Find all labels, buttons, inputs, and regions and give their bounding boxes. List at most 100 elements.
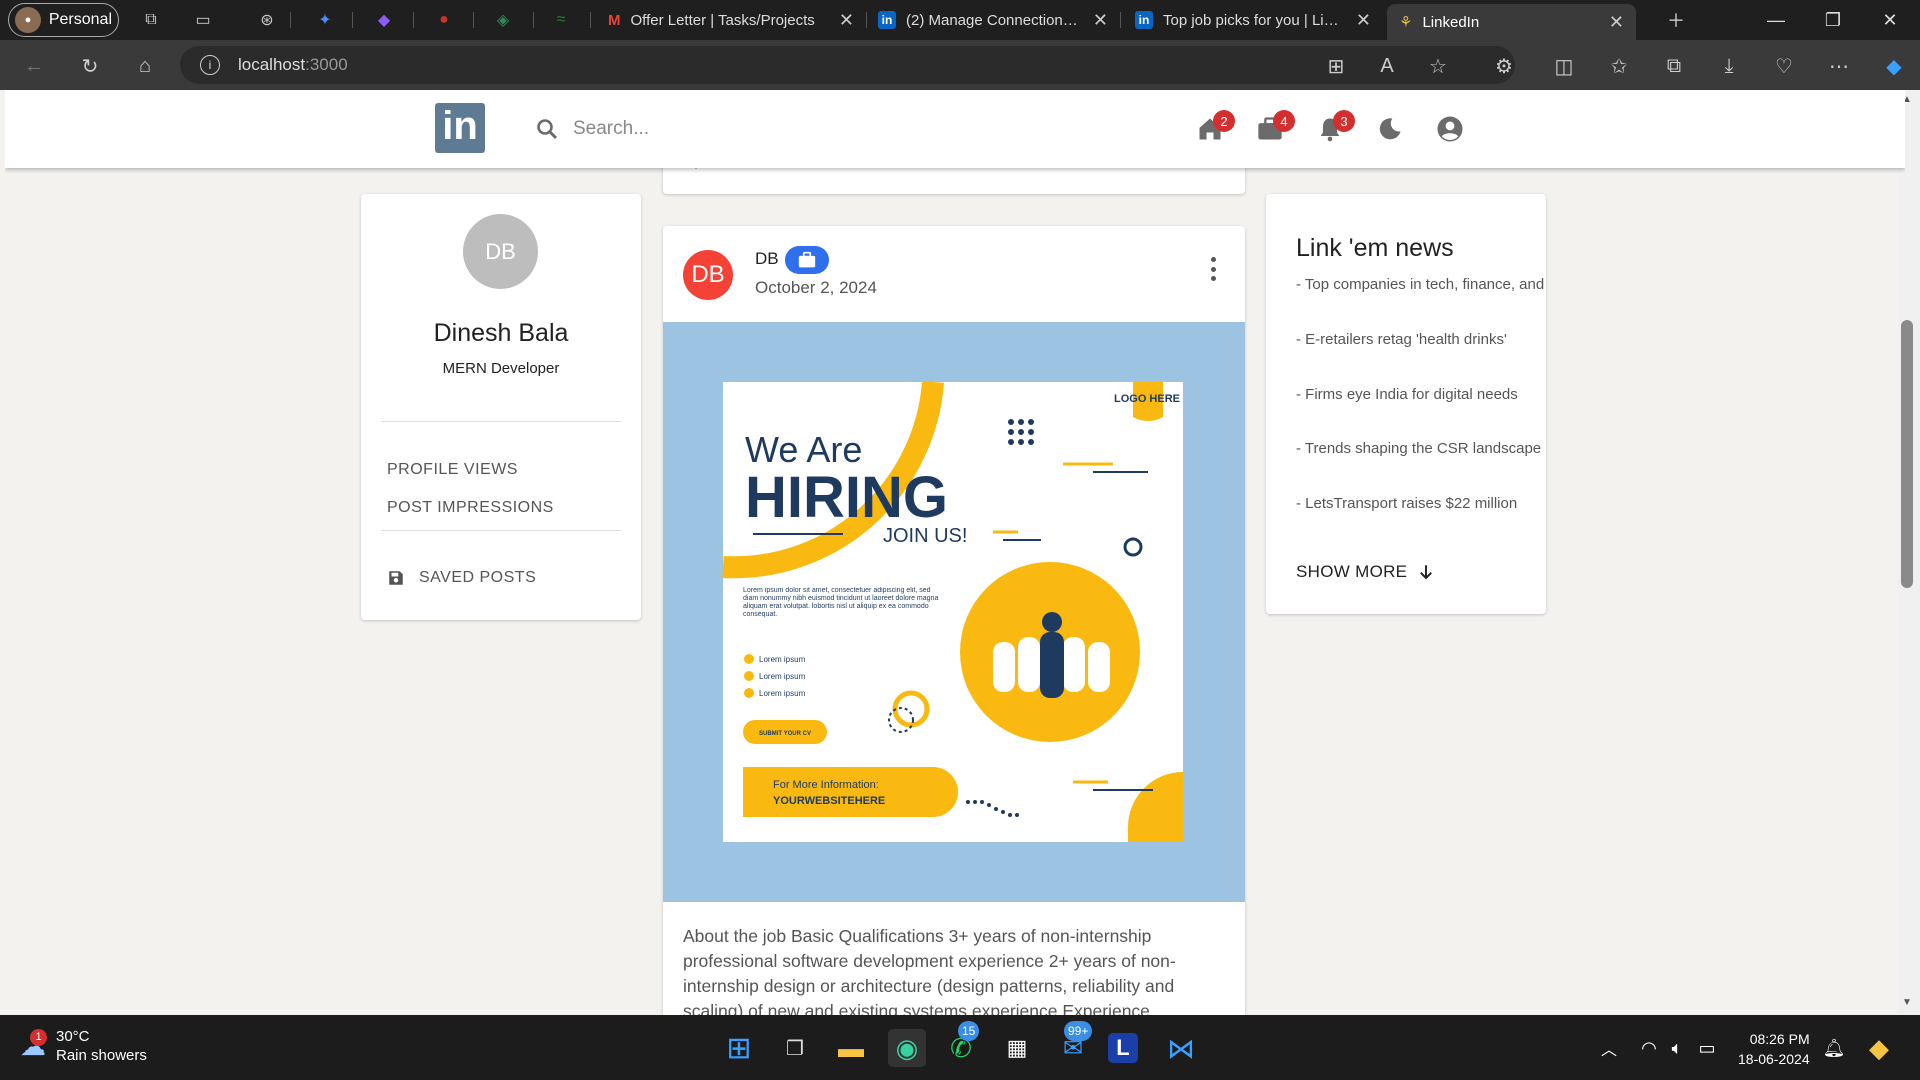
- pinned-tab-hackerrank-icon[interactable]: ◈: [491, 8, 515, 32]
- news-item[interactable]: - LetsTransport raises $22 million: [1296, 495, 1546, 512]
- home-icon[interactable]: ⌂: [131, 52, 159, 80]
- briefcase-icon: [798, 251, 816, 268]
- more-options-icon[interactable]: [1208, 254, 1218, 284]
- poster-line1: We Are: [745, 429, 862, 470]
- workspaces-icon[interactable]: ⧉: [139, 8, 163, 32]
- news-item[interactable]: - Trends shaping the CSR landscape: [1296, 440, 1546, 457]
- tab-manage-connections[interactable]: in (2) Manage Connections | Li ✕: [866, 4, 1120, 36]
- app-header: in Search... 2 4 3: [5, 90, 1905, 168]
- back-icon[interactable]: ←: [20, 52, 48, 80]
- clock-time: 08:26 PM: [1749, 1031, 1810, 1047]
- browser-profile-button[interactable]: ● Personal: [8, 3, 119, 37]
- profile-name[interactable]: Dinesh Bala: [361, 319, 641, 348]
- pinned-tab-gemini-icon[interactable]: ✦: [313, 8, 337, 32]
- start-icon[interactable]: ⊞: [720, 1029, 758, 1067]
- post-author-name[interactable]: DB: [755, 249, 779, 269]
- account-button[interactable]: [1433, 112, 1467, 146]
- copilot-icon[interactable]: ◆: [1880, 52, 1908, 80]
- microsoft-store-icon[interactable]: ▦: [998, 1029, 1036, 1067]
- poster-logo-text: LOGO HERE: [1114, 393, 1180, 405]
- news-item[interactable]: - E-retailers retag 'health drinks': [1296, 331, 1546, 348]
- divider: [381, 530, 621, 531]
- new-tab-icon[interactable]: ＋: [1658, 6, 1694, 34]
- profile-role: MERN Developer: [442, 360, 560, 377]
- app-l-icon[interactable]: L: [1108, 1033, 1138, 1063]
- show-hidden-icons[interactable]: ︿: [1590, 1029, 1628, 1067]
- close-tab-icon[interactable]: ✕: [1609, 12, 1624, 33]
- jobs-badge: 4: [1273, 110, 1295, 132]
- mail-badge: 99+: [1064, 1021, 1093, 1041]
- poster-line3: JOIN US!: [883, 525, 967, 547]
- nav-notifications-button[interactable]: 3: [1313, 110, 1355, 146]
- pinned-tab-copilot-icon[interactable]: ◆: [372, 8, 396, 32]
- downloads-icon[interactable]: ⤓: [1715, 52, 1743, 80]
- weather-widget[interactable]: ☁ 1 30°C Rain showers: [20, 1027, 147, 1065]
- restore-icon[interactable]: ❐: [1815, 6, 1851, 34]
- profile-label: Personal: [48, 11, 112, 28]
- home-badge: 2: [1213, 110, 1235, 132]
- close-window-icon[interactable]: ✕: [1872, 6, 1908, 34]
- weather-icon: ☁ 1: [20, 1028, 47, 1061]
- app-logo[interactable]: in: [435, 103, 485, 153]
- favorite-star-icon[interactable]: ☆: [1424, 52, 1452, 80]
- system-clock[interactable]: 08:26 PM 18-06-2024: [1738, 1029, 1810, 1069]
- settings-more-icon[interactable]: ⋯: [1825, 52, 1853, 80]
- battery-icon[interactable]: ▭: [1688, 1029, 1726, 1067]
- close-tab-icon[interactable]: ✕: [839, 10, 854, 31]
- reload-icon[interactable]: ↻: [76, 52, 104, 80]
- profile-views-link[interactable]: PROFILE VIEWS: [387, 461, 518, 479]
- news-card: Link 'em news - Top companies in tech, f…: [1266, 194, 1546, 614]
- file-explorer-icon[interactable]: ▬: [832, 1029, 870, 1067]
- edge-browser-icon[interactable]: ◉: [888, 1029, 926, 1067]
- pinned-tab-chatgpt-icon[interactable]: ⊛: [255, 8, 279, 32]
- gmail-icon: M: [608, 11, 621, 29]
- search-bar[interactable]: Search...: [535, 110, 835, 148]
- app-available-icon[interactable]: ⊞: [1322, 52, 1350, 80]
- pinned-tab-tuf-icon[interactable]: ●: [432, 8, 456, 32]
- post-image[interactable]: LOGO HERE We Are HIRING JOIN US! Lorem i…: [663, 322, 1245, 902]
- split-screen-icon[interactable]: ◫: [1550, 52, 1578, 80]
- windows-taskbar: ☁ 1 30°C Rain showers ⊞ ❐ ▬ ◉ ✆ 15 ▦ ✉ 9…: [0, 1015, 1920, 1080]
- browser-tab-bar: ● Personal ⧉ ▭ ⊛ ✦ ◆ ● ◈ ≈ M Offer Lette…: [0, 0, 1920, 40]
- copilot-taskbar-icon[interactable]: ◆: [1860, 1029, 1898, 1067]
- tab-linkedin-active[interactable]: ⚘ LinkedIn ✕: [1387, 4, 1636, 40]
- news-item[interactable]: - Firms eye India for digital needs: [1296, 386, 1546, 403]
- browser-essentials-icon[interactable]: ♡: [1770, 52, 1798, 80]
- moon-icon: [1379, 118, 1401, 140]
- nav-home-button[interactable]: 2: [1193, 110, 1235, 146]
- news-item[interactable]: - Top companies in tech, finance, and mo…: [1296, 276, 1546, 293]
- scrollbar-thumb[interactable]: [1901, 320, 1913, 588]
- poster-lorem-text: Lorem ipsum dolor sit amet, consectetuer…: [743, 587, 939, 618]
- favorites-icon[interactable]: ✩: [1605, 52, 1633, 80]
- nav-jobs-button[interactable]: 4: [1253, 110, 1295, 146]
- read-aloud-icon[interactable]: A: [1373, 52, 1401, 80]
- saved-posts-link[interactable]: SAVED POSTS: [387, 569, 536, 587]
- scroll-down-icon[interactable]: ▼: [1902, 997, 1912, 1008]
- profile-avatar[interactable]: DB: [463, 214, 538, 289]
- tab-offer-letter[interactable]: M Offer Letter | Tasks/Projects ✕: [596, 4, 866, 36]
- collections-icon[interactable]: ⧉: [1660, 52, 1688, 80]
- search-input[interactable]: Search...: [573, 118, 649, 140]
- site-info-icon[interactable]: i: [200, 55, 220, 75]
- task-view-icon[interactable]: ❐: [776, 1029, 814, 1067]
- vscode-icon[interactable]: ⋈: [1162, 1029, 1200, 1067]
- address-bar[interactable]: i localhost:3000: [180, 46, 1515, 84]
- extensions-icon[interactable]: ⚙: [1490, 52, 1518, 80]
- poster-bullet: Lorem ipsum: [759, 655, 806, 664]
- show-more-button[interactable]: SHOW MORE: [1296, 562, 1435, 582]
- minimize-icon[interactable]: —: [1758, 6, 1794, 34]
- pinned-tab-gfg-icon[interactable]: ≈: [549, 8, 573, 32]
- tab-actions-icon[interactable]: ▭: [191, 8, 215, 32]
- close-tab-icon[interactable]: ✕: [1093, 10, 1108, 31]
- profile-card: DB Dinesh Bala MERN Developer PROFILE VI…: [361, 194, 641, 620]
- dark-mode-toggle[interactable]: [1373, 112, 1407, 146]
- close-tab-icon[interactable]: ✕: [1356, 10, 1371, 31]
- linkedin-icon: in: [878, 11, 896, 29]
- poster-more-info: For More Information:: [773, 779, 879, 791]
- tab-top-job-picks[interactable]: in Top job picks for you | Linke ✕: [1123, 4, 1383, 36]
- post-impressions-link[interactable]: POST IMPRESSIONS: [387, 499, 554, 517]
- news-title: Link 'em news: [1296, 234, 1454, 262]
- notification-bell-icon[interactable]: 🔔︎: [1815, 1029, 1853, 1067]
- post-author-avatar[interactable]: DB: [683, 250, 733, 300]
- hiring-poster: LOGO HERE We Are HIRING JOIN US! Lorem i…: [722, 381, 1183, 842]
